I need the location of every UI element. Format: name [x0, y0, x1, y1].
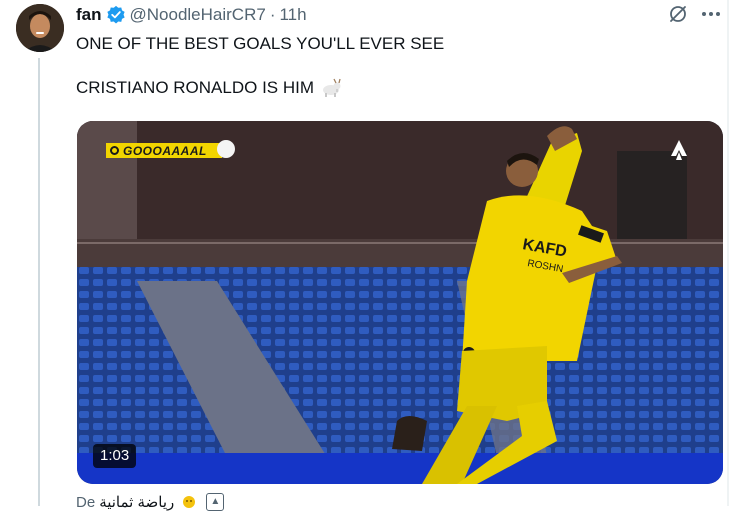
goal-banner: GOOOAAAAL — [106, 143, 222, 158]
avatar[interactable] — [16, 4, 64, 52]
timeline-border — [727, 0, 729, 506]
tweet-header: fan @NoodleHairCR7 · 11h — [76, 3, 307, 27]
channel-flame-logo-icon — [667, 138, 691, 166]
goat-icon — [320, 78, 342, 98]
user-handle[interactable]: @NoodleHairCR7 — [130, 5, 266, 25]
tweet-text: ONE OF THE BEST GOALS YOU'LL EVER SEE CR… — [76, 33, 444, 99]
banner-ring-icon — [110, 146, 119, 155]
display-name[interactable]: fan — [76, 5, 102, 25]
tweet-text-line2: CRISTIANO RONALDO IS HIM — [76, 78, 315, 97]
video-frame: KAFD ROSHN — [77, 121, 723, 484]
verified-badge-icon[interactable] — [106, 5, 126, 25]
avatar-image — [16, 4, 64, 52]
more-options-icon[interactable] — [699, 2, 723, 26]
video-duration: 1:03 — [93, 444, 137, 468]
video-player[interactable]: KAFD ROSHN GOOOAAAAL 1:03 — [77, 121, 723, 484]
sun-face-icon — [180, 494, 198, 510]
separator-dot: · — [269, 5, 276, 24]
banner-text: GOOOAAAAL — [123, 143, 207, 158]
thread-line — [38, 58, 40, 506]
grok-icon[interactable] — [666, 2, 690, 26]
caret-up-icon[interactable]: ▲ — [206, 493, 225, 511]
footer-prefix: De — [76, 493, 96, 511]
timestamp[interactable]: 11h — [279, 5, 306, 25]
tweet-footer: De رياضة ثمانية ▲ — [76, 493, 225, 511]
ball-icon — [217, 140, 235, 158]
footer-source-label[interactable]: رياضة ثمانية — [99, 493, 174, 511]
tweet-text-line1: ONE OF THE BEST GOALS YOU'LL EVER SEE — [76, 34, 445, 53]
